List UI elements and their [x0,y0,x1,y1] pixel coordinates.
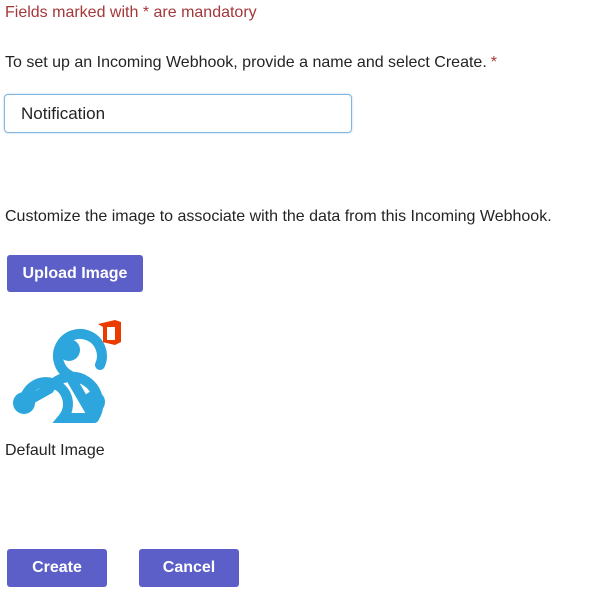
name-prompt: To set up an Incoming Webhook, provide a… [5,54,497,72]
create-button[interactable]: Create [7,549,107,587]
image-prompt: Customize the image to associate with th… [5,208,552,225]
required-marker: * [490,54,497,71]
name-prompt-text: To set up an Incoming Webhook, provide a… [5,54,487,71]
webhook-name-input[interactable] [4,94,352,133]
default-webhook-image [13,320,121,423]
cancel-button[interactable]: Cancel [139,549,239,587]
webhook-setup-form: Fields marked with * are mandatory To se… [0,0,609,596]
mandatory-note: Fields marked with * are mandatory [5,4,257,21]
default-image-caption: Default Image [5,442,105,459]
upload-image-button[interactable]: Upload Image [7,255,143,292]
